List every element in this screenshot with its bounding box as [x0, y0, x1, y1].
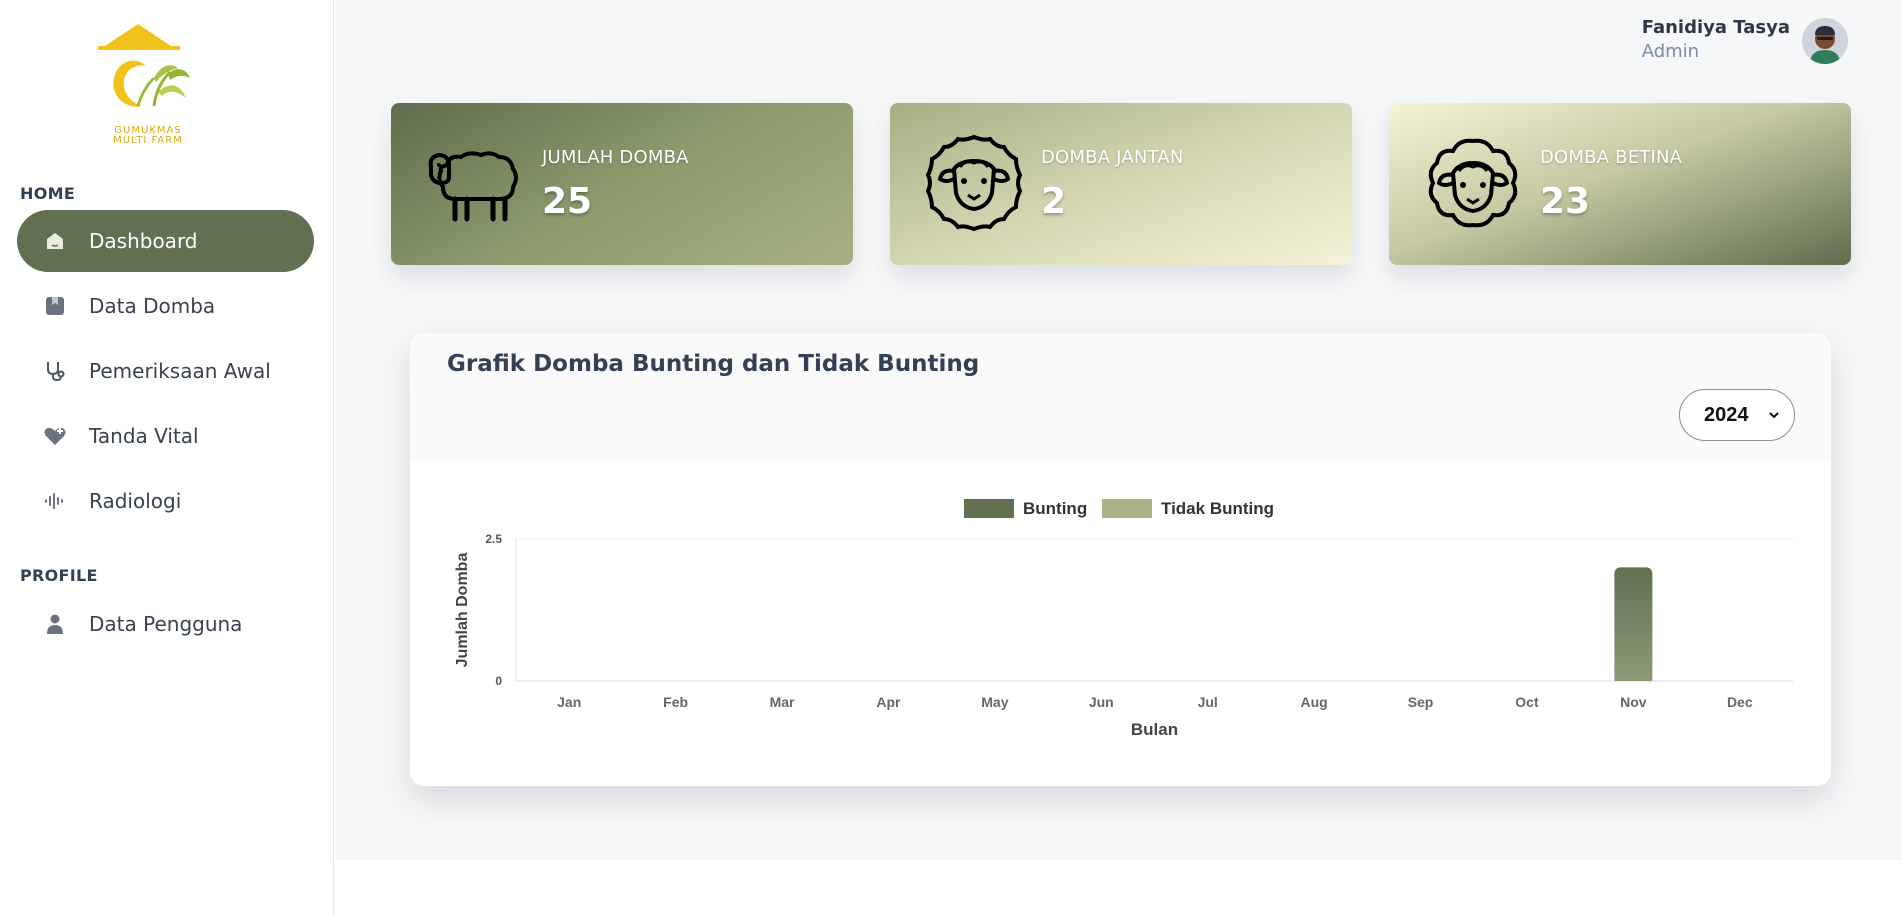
legend-label-tidak-bunting: Tidak Bunting: [1161, 499, 1274, 518]
x-tick-label: Aug: [1301, 694, 1328, 710]
bar-chart: 0 2.5 Jan Feb Mar Apr May Jun Jul Aug Sep Oct Nov Dec…: [454, 499, 1793, 739]
bookmark-icon: [43, 294, 67, 318]
x-tick-label: Dec: [1727, 694, 1753, 710]
legend-swatch-tidak-bunting: [1102, 499, 1152, 518]
x-tick-label: Jun: [1089, 694, 1114, 710]
sidebar-item-data-pengguna[interactable]: Data Pengguna: [17, 593, 314, 655]
x-tick-label: Mar: [770, 694, 795, 710]
sidebar-item-label: Radiologi: [89, 489, 182, 513]
chart-title: Grafik Domba Bunting dan Tidak Bunting: [447, 351, 980, 377]
chart-panel: Grafik Domba Bunting dan Tidak Bunting 2…: [410, 333, 1831, 786]
chevron-down-icon: [1768, 408, 1780, 426]
stat-card-jumlah-domba[interactable]: JUMLAH DOMBA 25: [391, 103, 853, 265]
main-content: Fanidiya Tasya Admin JUMLAH DOMBA 25 DOM…: [335, 0, 1902, 860]
legend-swatch-bunting: [964, 499, 1014, 518]
sidebar-item-label: Data Domba: [89, 294, 216, 318]
waveform-icon: [43, 489, 67, 513]
x-tick-label: Feb: [663, 694, 688, 710]
home-icon: [43, 229, 67, 253]
x-tick-label: May: [981, 694, 1008, 710]
sidebar-item-label: Tanda Vital: [89, 424, 199, 448]
card-value: 23: [1540, 181, 1591, 222]
x-tick-label: Apr: [876, 694, 901, 710]
sidebar-item-tanda-vital[interactable]: Tanda Vital: [17, 405, 314, 467]
x-axis-title: Bulan: [1131, 720, 1178, 739]
y-axis-title: Jumlah Domba: [454, 553, 471, 668]
stat-card-domba-jantan[interactable]: DOMBA JANTAN 2: [890, 103, 1352, 265]
x-tick-label: Jan: [557, 694, 581, 710]
y-tick-label: 0: [495, 674, 502, 688]
legend-label-bunting: Bunting: [1023, 499, 1087, 518]
sidebar-item-radiologi[interactable]: Radiologi: [17, 470, 314, 532]
ram-face-icon: [924, 133, 1024, 233]
logo-mark-icon: [98, 24, 190, 107]
stat-card-domba-betina[interactable]: DOMBA BETINA 23: [1389, 103, 1851, 265]
user-role: Admin: [1641, 41, 1700, 62]
farm-logo[interactable]: GUMUKMAS MULTI FARM: [98, 22, 198, 150]
heart-plus-icon: [43, 424, 67, 448]
user-info[interactable]: Fanidiya Tasya Admin: [1642, 17, 1790, 62]
card-value: 2: [1041, 181, 1067, 222]
footer-strip: [335, 860, 1902, 915]
user-icon: [43, 612, 67, 636]
sidebar-item-label: Data Pengguna: [89, 612, 243, 636]
chart-panel-header: Grafik Domba Bunting dan Tidak Bunting 2…: [410, 333, 1831, 461]
section-label-home: HOME: [20, 184, 76, 203]
avatar[interactable]: [1802, 18, 1848, 64]
card-title: DOMBA JANTAN: [1041, 147, 1184, 168]
y-tick-label: 2.5: [485, 532, 502, 546]
sidebar-item-label: Dashboard: [89, 229, 198, 253]
sidebar-item-dashboard[interactable]: Dashboard: [17, 210, 314, 272]
x-tick-label: Nov: [1620, 694, 1647, 710]
x-tick-label: Sep: [1408, 694, 1434, 710]
bar-bunting: [1614, 567, 1653, 681]
logo-text-line2: MULTI FARM: [113, 135, 183, 146]
sidebar-item-pemeriksaan-awal[interactable]: Pemeriksaan Awal: [17, 340, 314, 402]
card-title: JUMLAH DOMBA: [542, 147, 689, 168]
stethoscope-icon: [43, 359, 67, 383]
user-name: Fanidiya Tasya: [1641, 17, 1790, 38]
x-tick-label: Oct: [1515, 694, 1539, 710]
bar-base: [1614, 675, 1653, 681]
year-select-value: 2024: [1704, 403, 1749, 426]
sidebar-item-label: Pemeriksaan Awal: [89, 359, 271, 383]
card-title: DOMBA BETINA: [1540, 147, 1683, 168]
avatar-icon: [1802, 18, 1848, 64]
sidebar: GUMUKMAS MULTI FARM HOME Dashboard Data …: [0, 0, 334, 915]
section-label-profile: PROFILE: [20, 566, 98, 585]
ewe-face-icon: [1423, 133, 1523, 233]
x-tick-label: Jul: [1198, 694, 1218, 710]
logo-text: GUMUKMAS MULTI FARM: [98, 126, 198, 146]
sheep-icon: [425, 133, 525, 233]
sidebar-item-data-domba[interactable]: Data Domba: [17, 275, 314, 337]
card-value: 25: [542, 181, 593, 222]
year-select[interactable]: 2024: [1679, 389, 1795, 441]
